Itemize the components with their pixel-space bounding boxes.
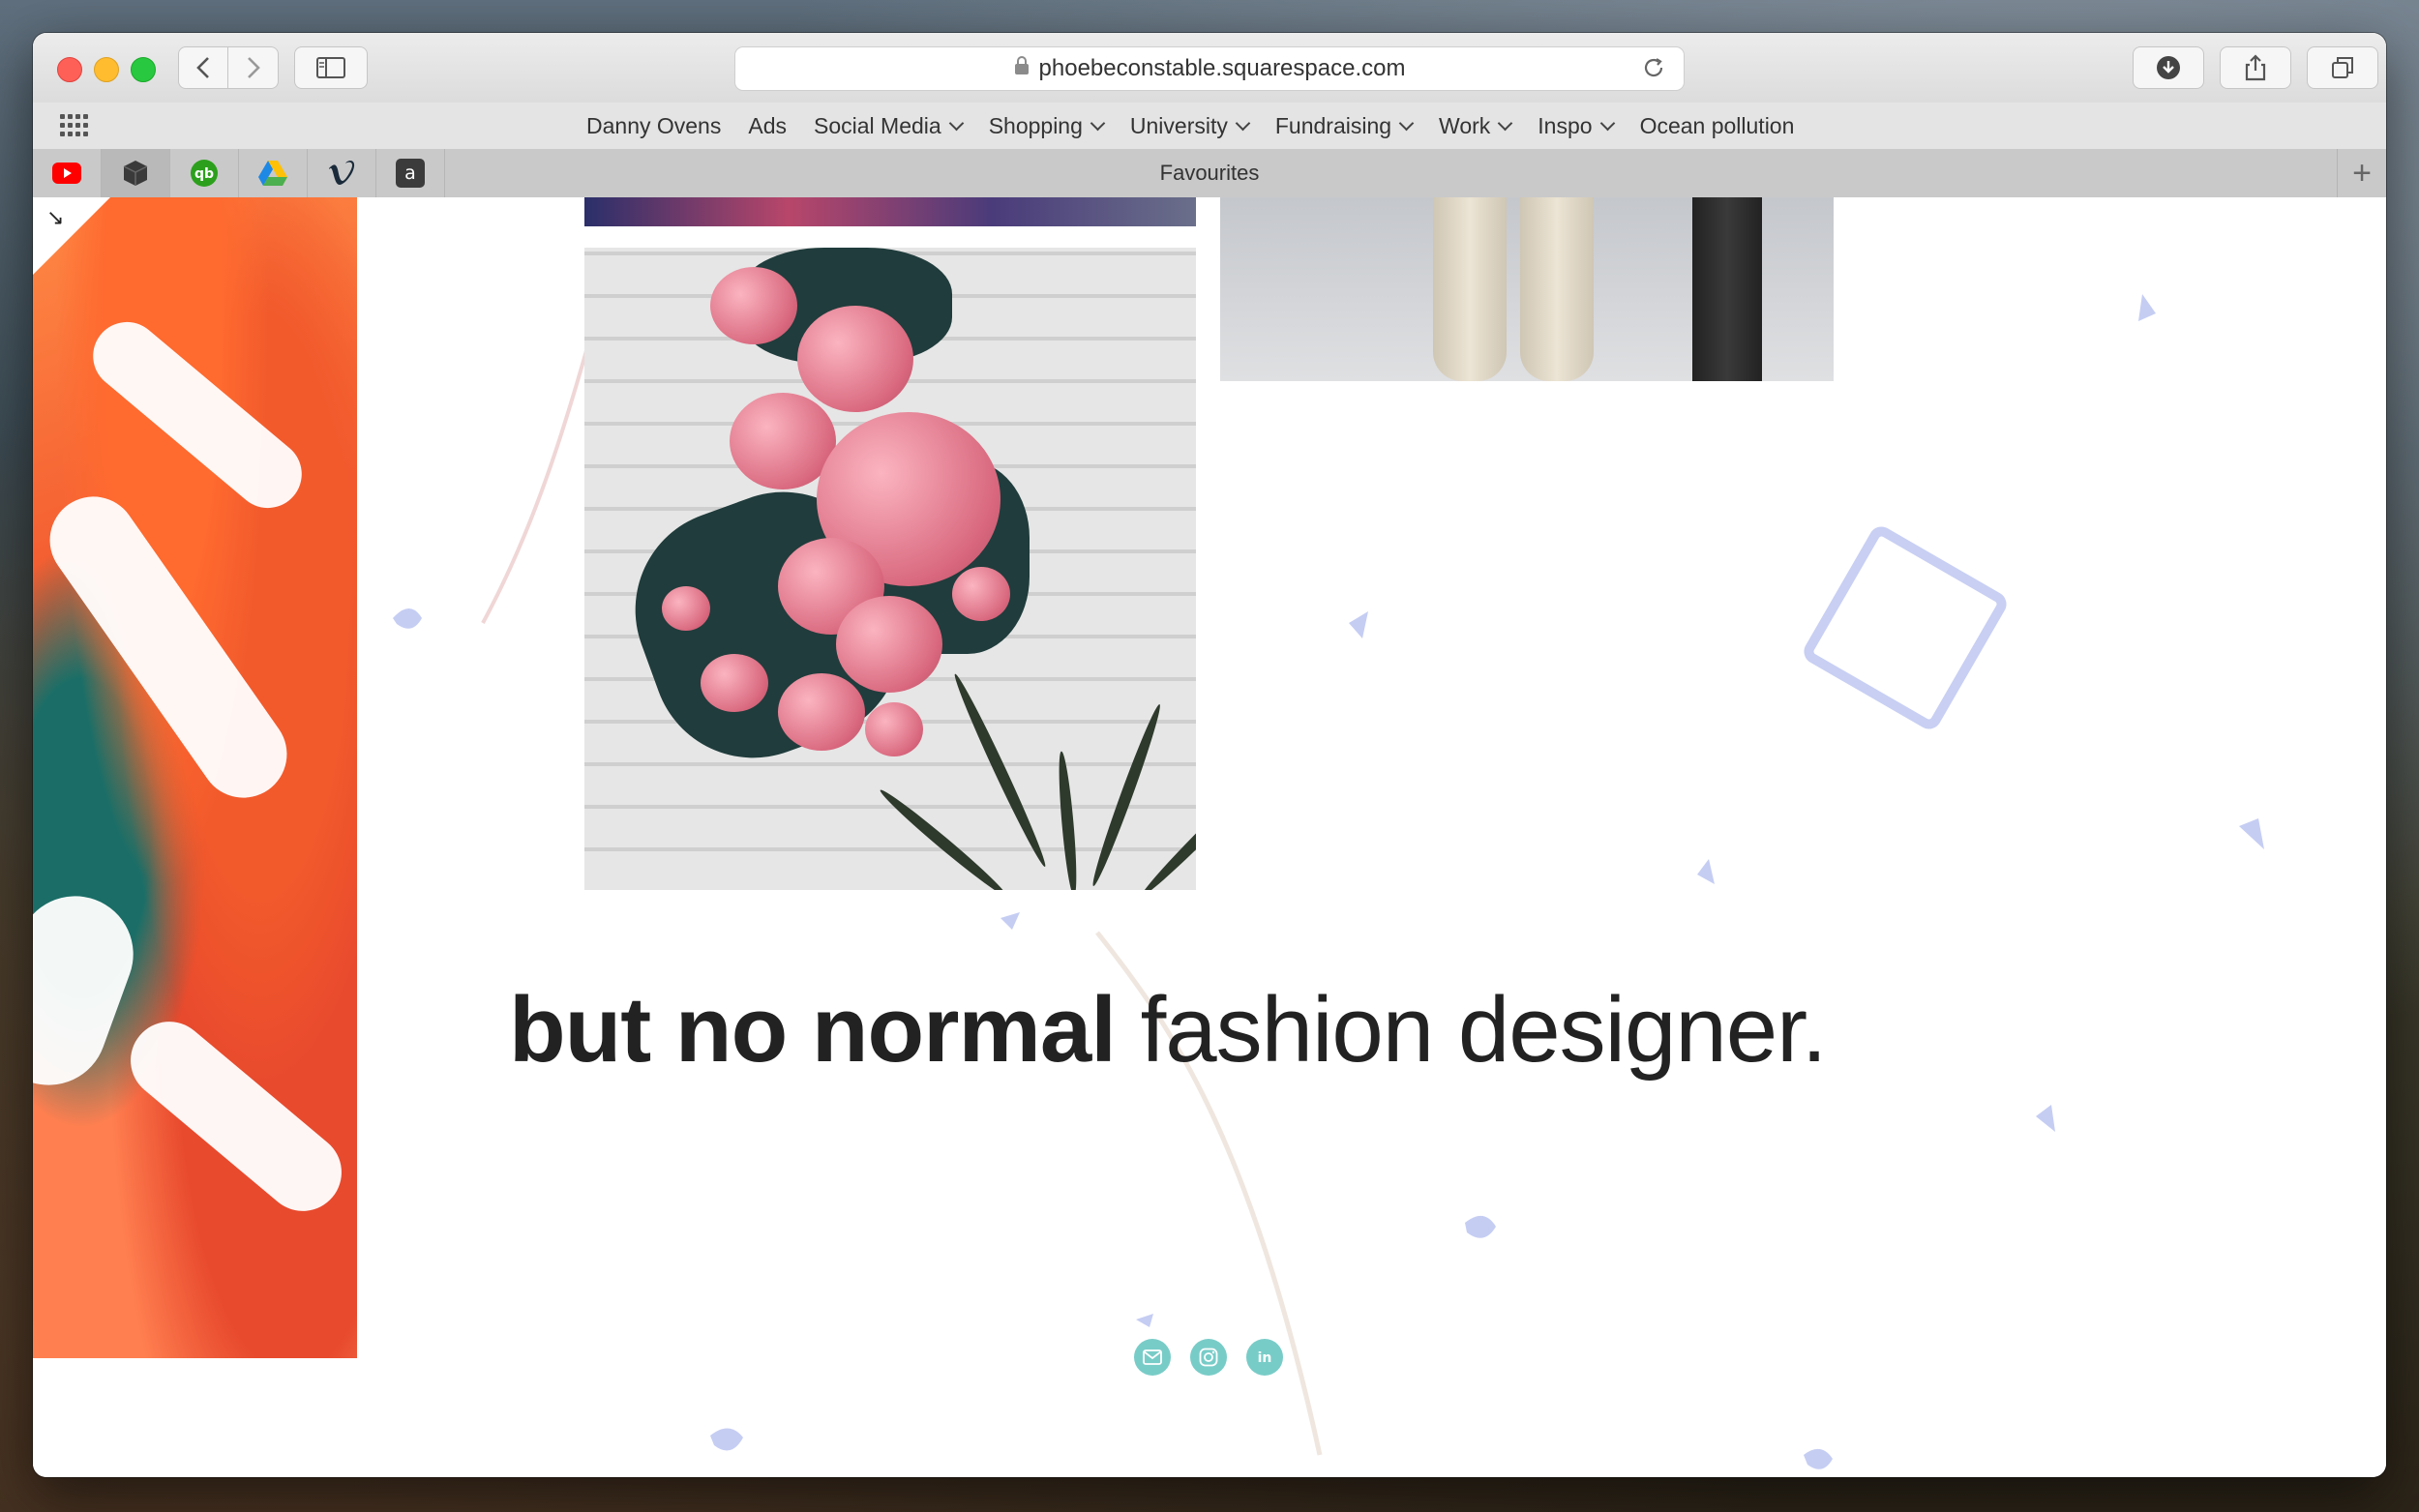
bookmarks-list: Danny Ovens Ads Social Media Shopping Un… <box>586 103 1794 149</box>
chevron-down-icon <box>1235 115 1251 131</box>
vimeo-icon <box>329 160 355 185</box>
pinned-tab-quickbooks[interactable]: qb <box>170 149 239 197</box>
reload-icon[interactable] <box>1641 55 1666 87</box>
left-artwork-image: ↘ <box>33 197 358 1358</box>
forward-button[interactable] <box>228 46 279 89</box>
cube-icon <box>123 161 148 186</box>
google-drive-icon <box>258 161 287 186</box>
plus-icon: + <box>2352 154 2372 192</box>
downloads-button[interactable] <box>2133 46 2204 89</box>
tabs-icon <box>2332 57 2353 78</box>
bookmark-folder-social-media[interactable]: Social Media <box>814 113 964 139</box>
sidebar-toggle-button[interactable] <box>294 46 368 89</box>
page-headline: but no normal fashion designer. <box>509 977 1828 1083</box>
back-button[interactable] <box>178 46 228 89</box>
bookmark-folder-work[interactable]: Work <box>1439 113 1513 139</box>
pinned-tab-amazon[interactable]: a <box>376 149 445 197</box>
apps-grid-icon[interactable] <box>60 114 89 137</box>
svg-text:in: in <box>1258 1350 1272 1366</box>
tab-bar: Favourites qb a + <box>33 149 2386 198</box>
bookmarks-bar: Danny Ovens Ads Social Media Shopping Un… <box>33 103 2386 150</box>
lock-icon <box>1014 56 1030 81</box>
amazon-icon: a <box>396 159 425 188</box>
bookmark-folder-shopping[interactable]: Shopping <box>989 113 1106 139</box>
headline-light-text: fashion designer. <box>1140 978 1828 1082</box>
bookmark-ads[interactable]: Ads <box>748 113 787 139</box>
email-link[interactable] <box>1134 1339 1171 1376</box>
bookmark-folder-inspo[interactable]: Inspo <box>1538 113 1615 139</box>
minimize-window-button[interactable] <box>94 57 119 82</box>
svg-text:qb: qb <box>194 166 214 182</box>
chevron-down-icon <box>1090 115 1106 131</box>
quickbooks-icon: qb <box>191 160 218 187</box>
bookmark-folder-fundraising[interactable]: Fundraising <box>1275 113 1415 139</box>
email-icon <box>1143 1349 1162 1365</box>
sidebar-icon <box>316 57 345 78</box>
pinned-tab-youtube[interactable] <box>33 149 102 197</box>
share-icon <box>2245 54 2266 81</box>
gallery-image-top-left[interactable] <box>584 197 1196 226</box>
arrow-down-right-icon: ↘ <box>46 205 65 229</box>
linkedin-link[interactable]: in <box>1246 1339 1283 1376</box>
youtube-icon <box>52 163 81 184</box>
chevron-right-icon <box>247 57 260 78</box>
browser-toolbar: phoebeconstable.squarespace.com <box>33 33 2386 104</box>
zoom-window-button[interactable] <box>131 57 156 82</box>
linkedin-icon: in <box>1258 1350 1272 1366</box>
pinned-tab-cube[interactable] <box>102 149 170 197</box>
share-button[interactable] <box>2220 46 2291 89</box>
headline-bold-text: but no normal <box>509 978 1117 1082</box>
new-tab-button[interactable]: + <box>2337 149 2386 197</box>
url-text: phoebeconstable.squarespace.com <box>1038 55 1406 81</box>
pinned-tabs: qb a <box>33 149 445 197</box>
page-background-pattern <box>393 254 2264 1469</box>
pinned-tab-google-drive[interactable] <box>239 149 308 197</box>
social-links: in <box>1134 1339 1283 1376</box>
pinned-tab-vimeo[interactable] <box>308 149 376 197</box>
tab-overview-button[interactable] <box>2307 46 2378 89</box>
instagram-link[interactable] <box>1190 1339 1227 1376</box>
chevron-down-icon <box>1398 115 1415 131</box>
bookmark-folder-university[interactable]: University <box>1130 113 1251 139</box>
gallery-image-pink-sculpture[interactable] <box>584 248 1196 890</box>
bookmark-danny-ovens[interactable]: Danny Ovens <box>586 113 721 139</box>
chevron-down-icon <box>1498 115 1513 131</box>
chevron-down-icon <box>1599 115 1615 131</box>
download-icon <box>2157 56 2180 79</box>
gallery-image-mannequin-legs[interactable] <box>1220 197 1834 381</box>
expand-corner[interactable] <box>33 197 110 275</box>
svg-text:a: a <box>404 163 416 184</box>
address-bar[interactable]: phoebeconstable.squarespace.com <box>734 46 1685 91</box>
browser-window: phoebeconstable.squarespace.com Danny Ov… <box>33 33 2386 1477</box>
bookmark-ocean-pollution[interactable]: Ocean pollution <box>1640 113 1795 139</box>
close-window-button[interactable] <box>57 57 82 82</box>
chevron-down-icon <box>948 115 964 131</box>
instagram-icon <box>1199 1348 1218 1367</box>
web-page: ↘ but no normal fashion designer. in <box>33 197 2386 1477</box>
chevron-left-icon <box>196 57 209 78</box>
